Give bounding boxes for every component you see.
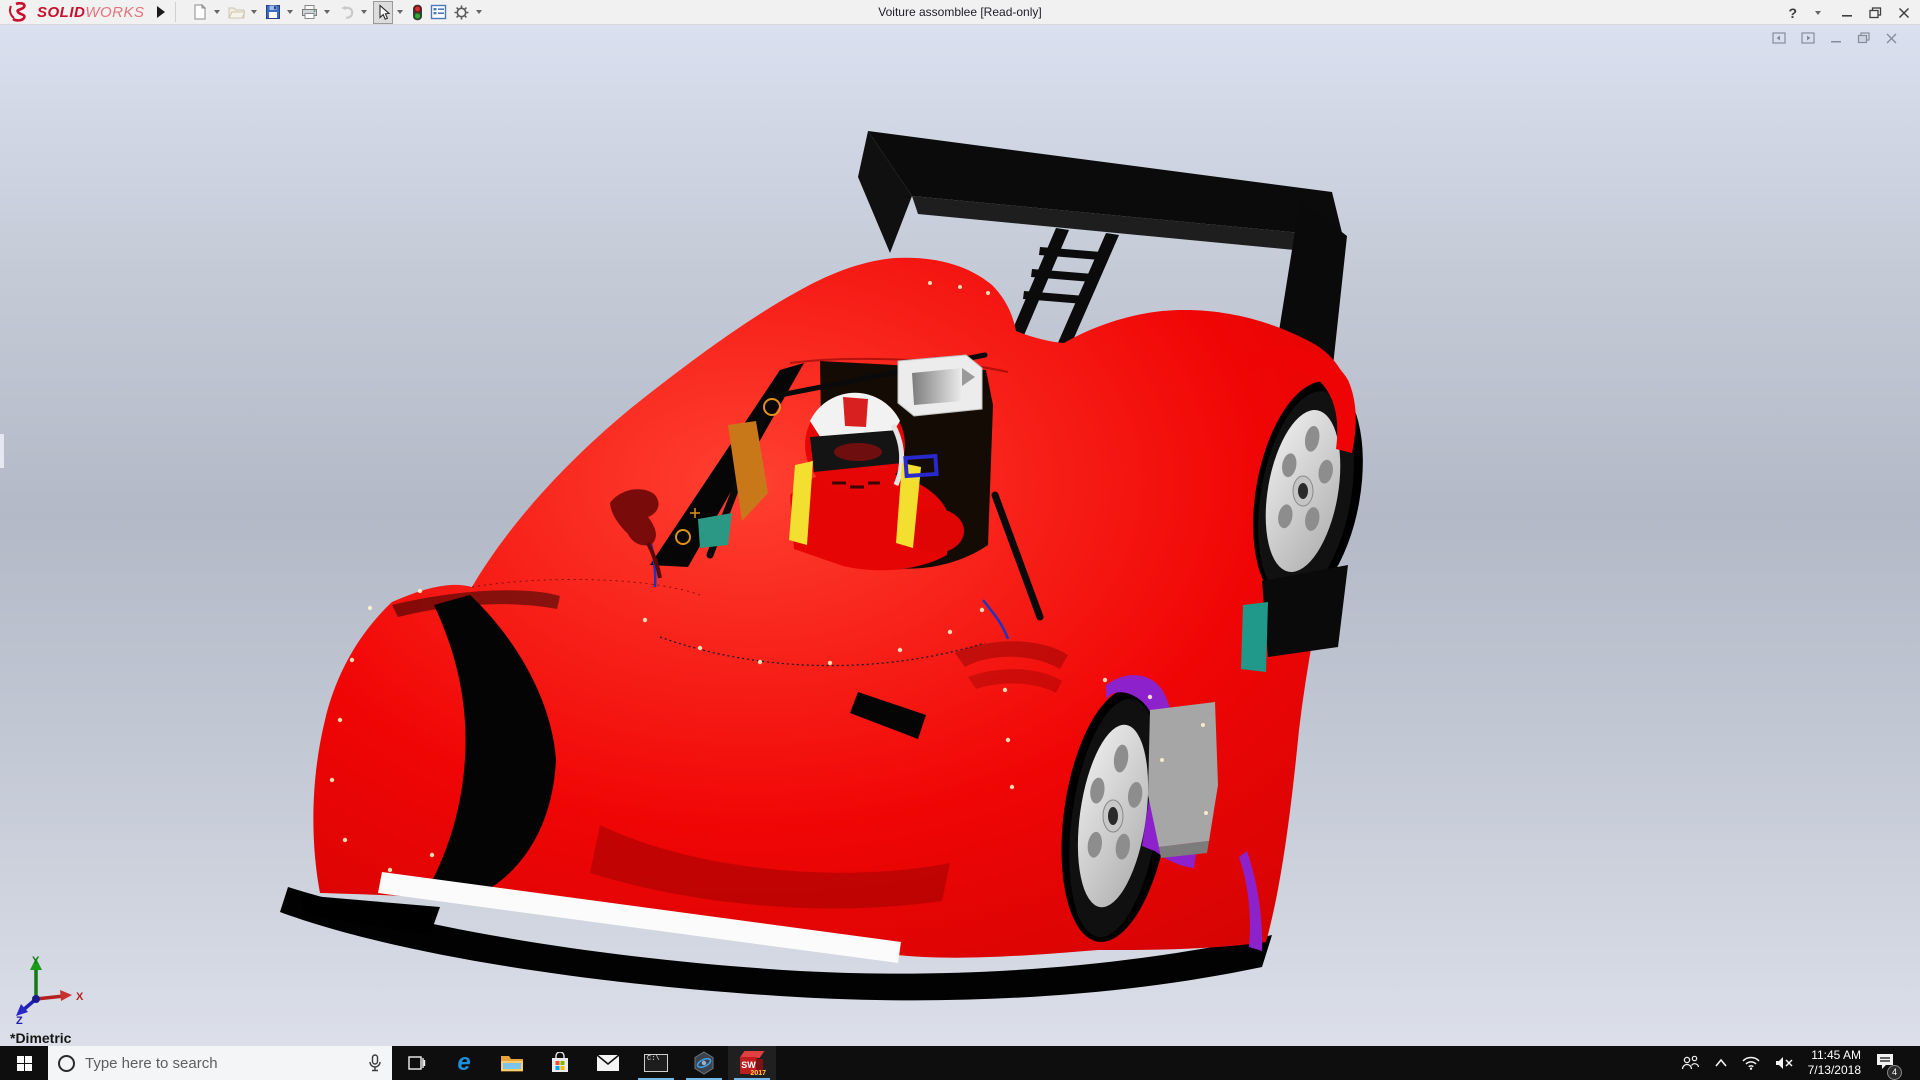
save-dropdown[interactable] [287,10,293,14]
rear-view-mirror[interactable] [898,355,982,416]
3d-viewer-button[interactable] [680,1046,728,1080]
edge-button[interactable]: e [440,1046,488,1080]
select-dropdown[interactable] [397,10,403,14]
3d-viewer-icon [692,1051,716,1075]
minimize-button[interactable] [1841,7,1853,19]
clock-date: 7/13/2018 [1808,1063,1861,1078]
close-button[interactable] [1898,7,1910,19]
action-center-button[interactable]: 4 [1875,1052,1895,1075]
tray-expand-chevron-icon[interactable] [1714,1058,1728,1068]
help-dropdown[interactable] [1815,11,1821,15]
mail-button[interactable] [584,1046,632,1080]
notification-badge: 4 [1887,1065,1902,1080]
minimize-icon [1841,7,1853,19]
windows-logo-icon [17,1056,32,1071]
solidworks-logo-text: SOLIDWORKS [37,4,145,21]
title-bar: SOLIDWORKS [0,0,1920,25]
solidworks-2017-button[interactable]: SW 2017 [728,1046,776,1080]
menu-flyout-arrow[interactable] [157,6,165,18]
open-dropdown[interactable] [251,10,257,14]
people-icon[interactable] [1680,1055,1700,1071]
solidworks-window: SOLIDWORKS [0,0,1920,1080]
quick-access-toolbar [190,1,486,24]
side-window-teal [1241,602,1268,672]
print-icon [301,4,318,20]
display-pane-icon [430,4,447,20]
file-explorer-button[interactable] [488,1046,536,1080]
undo-dropdown[interactable] [361,10,367,14]
help-button[interactable]: ? [1788,5,1797,21]
restore-icon [1869,7,1882,19]
solidworks-2017-icon: SW 2017 [740,1051,764,1075]
save-button[interactable] [263,1,283,23]
file-explorer-icon [500,1053,524,1073]
window-controls: ? [1788,0,1910,25]
triad-z-label: Z [16,1015,23,1024]
microphone-icon[interactable] [368,1054,382,1072]
interior-teal-panel [698,513,732,548]
start-button[interactable] [0,1046,48,1080]
save-floppy-icon [265,4,281,20]
task-view-icon [406,1054,426,1072]
store-icon [549,1052,571,1074]
windows-taskbar: Type here to search e [0,1046,1920,1080]
options-dropdown[interactable] [476,10,482,14]
triad-y-label: Y [32,955,40,967]
taskbar-apps: e [392,1046,776,1080]
new-document-dropdown[interactable] [214,10,220,14]
task-view-button[interactable] [392,1046,440,1080]
undo-icon [338,4,355,20]
cortana-icon [58,1055,75,1072]
model-3d-view[interactable] [0,25,1920,1046]
restore-button[interactable] [1869,7,1882,19]
open-folder-icon [228,4,245,20]
edge-icon: e [457,1051,470,1075]
command-prompt-icon: C:\ [644,1054,668,1072]
new-document-icon [192,4,208,20]
store-button[interactable] [536,1046,584,1080]
taskbar-search[interactable]: Type here to search [48,1046,392,1080]
solidworks-logo: SOLIDWORKS [8,2,145,22]
solidworks-logo-mark [8,2,34,22]
mail-icon [596,1054,620,1072]
system-tray: 11:45 AM 7/13/2018 4 [1680,1046,1920,1080]
triad-x-label: X [76,991,84,1003]
sill-panel-gray [1148,702,1218,847]
wifi-icon[interactable] [1742,1056,1760,1070]
toolbar-separator [175,2,176,22]
undo-button[interactable] [336,1,357,23]
close-icon [1898,7,1910,19]
display-pane-button[interactable] [428,1,449,23]
print-dropdown[interactable] [324,10,330,14]
taskbar-clock[interactable]: 11:45 AM 7/13/2018 [1808,1048,1861,1078]
open-button[interactable] [226,1,247,23]
new-document-button[interactable] [190,1,210,23]
options-button[interactable] [451,1,472,24]
logo-solid: SOLID [37,4,85,21]
window-title: Voiture assomblee [Read-only] [878,5,1041,19]
orientation-triad: Y X Z [8,954,88,1024]
graphics-area[interactable]: Y X Z *Dimetric [0,25,1920,1046]
logo-works: WORKS [85,4,144,21]
search-placeholder: Type here to search [85,1055,358,1072]
volume-muted-icon[interactable] [1774,1055,1794,1071]
print-button[interactable] [299,1,320,23]
gear-icon [453,4,470,21]
select-cursor-icon [375,4,391,21]
clock-time: 11:45 AM [1808,1048,1861,1063]
traffic-light-icon [411,4,424,21]
command-prompt-button[interactable]: C:\ [632,1046,680,1080]
view-orientation-label: *Dimetric [10,1030,71,1046]
select-tool-button[interactable] [373,1,393,24]
rebuild-button[interactable] [409,1,426,24]
